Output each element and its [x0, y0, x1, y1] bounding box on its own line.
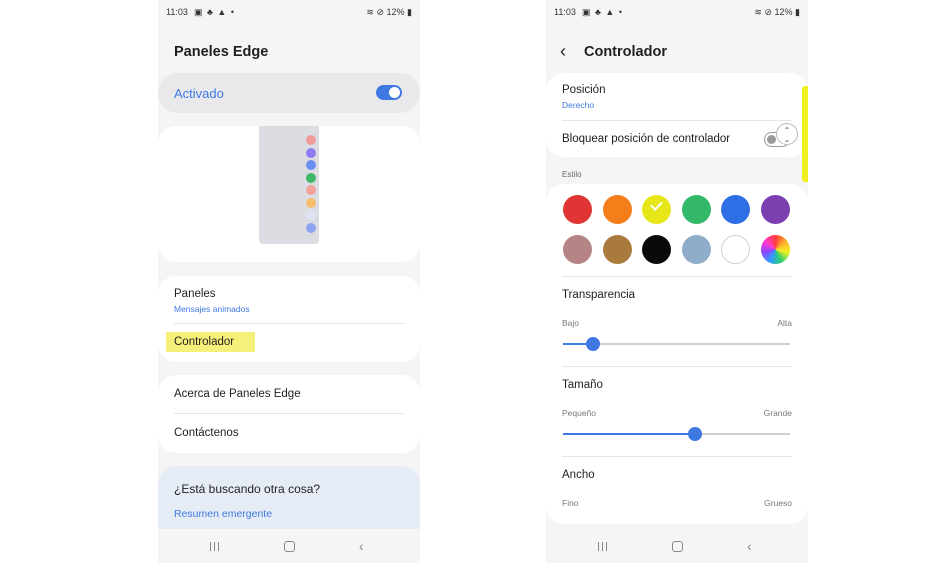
transparency-min-label: Bajo — [562, 318, 580, 328]
phone-preview — [259, 126, 319, 244]
transparency-thumb[interactable] — [585, 337, 600, 351]
notification-icons: ▣ ♣ ▲ • — [582, 7, 623, 17]
divider — [562, 456, 792, 457]
preview-dot — [306, 147, 316, 158]
width-max-label: Grueso — [764, 498, 792, 508]
edge-panels-screen: 11:03 ▣ ♣ ▲ • ≋ ⊘ 12% ▮ Paneles Edge Act… — [158, 0, 420, 563]
panels-row[interactable]: Paneles Mensajes animados — [158, 276, 420, 322]
transparency-slider[interactable] — [563, 337, 790, 351]
color-swatch[interactable] — [721, 235, 750, 264]
panels-value: Mensajes animados — [174, 304, 250, 314]
notification-icons: ▣ ♣ ▲ • — [194, 7, 235, 17]
color-swatch[interactable] — [602, 195, 632, 224]
transparency-label: Transparencia — [562, 289, 636, 301]
width-min-label: Fino — [562, 498, 579, 508]
preview-dot — [306, 185, 316, 195]
preview-dot — [306, 197, 316, 208]
position-label: Posición — [562, 84, 606, 96]
home-icon[interactable] — [284, 541, 295, 552]
divider — [562, 276, 792, 277]
lock-row[interactable]: Bloquear posición de controlador ⌃ ⌄ — [546, 121, 808, 157]
battery-percent: 12% — [386, 7, 405, 17]
handle-row[interactable]: Controlador — [158, 324, 420, 362]
size-slider[interactable] — [563, 427, 790, 441]
battery-icon: ▮ — [407, 7, 412, 17]
position-value: Derecho — [562, 100, 595, 110]
preview-dot — [306, 135, 316, 145]
status-time: 11:03 — [554, 7, 576, 17]
color-swatch[interactable] — [721, 195, 750, 224]
back-arrow-icon[interactable]: ‹ — [560, 41, 566, 62]
color-swatch[interactable] — [602, 235, 632, 264]
contact-label: Contáctenos — [174, 427, 239, 439]
check-icon — [650, 198, 663, 211]
back-nav-icon[interactable]: ‹ — [747, 538, 752, 554]
back-nav-icon[interactable]: ‹ — [359, 538, 364, 554]
preview-dot — [306, 222, 316, 233]
preview-dot — [306, 210, 316, 220]
transparency-max-label: Alta — [777, 318, 792, 328]
color-swatch[interactable] — [563, 195, 592, 224]
about-label: Acerca de Paneles Edge — [174, 388, 301, 400]
navigation-bar: ‹ — [158, 529, 420, 563]
width-label: Ancho — [562, 469, 595, 481]
battery-icon: ▮ — [795, 7, 800, 17]
status-right: ≋ ⊘ 12% ▮ — [754, 7, 800, 18]
navigation-bar: ‹ — [546, 529, 808, 563]
about-row[interactable]: Acerca de Paneles Edge — [158, 375, 420, 413]
dnd-icon: ⊘ — [764, 7, 772, 17]
suggestion-question: ¿Está buscando otra cosa? — [174, 482, 321, 496]
color-swatch[interactable] — [642, 235, 671, 264]
position-row[interactable]: Posición Derecho — [546, 73, 808, 119]
preview-card — [158, 126, 420, 262]
handle-preview-icon[interactable]: ⌃ ⌄ — [776, 123, 798, 145]
color-swatch[interactable] — [760, 235, 790, 264]
style-card: Transparencia Bajo Alta Tamaño Pequeño G… — [546, 184, 808, 524]
status-time: 11:03 — [166, 7, 188, 17]
recents-icon[interactable] — [210, 542, 222, 551]
page-title: Controlador — [584, 44, 667, 60]
master-switch-label: Activado — [174, 86, 224, 101]
edge-panel-handle[interactable] — [802, 86, 808, 182]
color-swatch[interactable] — [681, 195, 711, 224]
master-switch-toggle[interactable] — [376, 85, 402, 100]
recents-icon[interactable] — [598, 542, 610, 551]
menu-group-about: Acerca de Paneles Edge Contáctenos — [158, 375, 420, 453]
size-fill — [563, 433, 695, 435]
suggestion-link[interactable]: Resumen emergente — [174, 508, 272, 520]
style-section-label: Estilo — [562, 170, 582, 179]
status-bar: 11:03 ▣ ♣ ▲ • ≋ ⊘ 12% ▮ — [546, 0, 808, 24]
menu-group-panels: Paneles Mensajes animados Controlador — [158, 276, 420, 362]
panels-label: Paneles — [174, 288, 216, 300]
contact-row[interactable]: Contáctenos — [158, 414, 420, 453]
color-swatch[interactable] — [563, 235, 592, 264]
color-swatch[interactable] — [642, 195, 671, 224]
size-max-label: Grande — [763, 408, 792, 418]
home-icon[interactable] — [672, 541, 683, 552]
divider — [562, 366, 792, 367]
color-swatch[interactable] — [760, 195, 790, 224]
size-min-label: Pequeño — [562, 408, 597, 418]
page-title: Paneles Edge — [174, 44, 269, 60]
wifi-icon: ≋ — [366, 7, 374, 17]
dnd-icon: ⊘ — [376, 7, 384, 17]
handle-settings-screen: 11:03 ▣ ♣ ▲ • ≋ ⊘ 12% ▮ ‹ Controlador Po… — [546, 0, 808, 563]
status-bar: 11:03 ▣ ♣ ▲ • ≋ ⊘ 12% ▮ — [158, 0, 420, 24]
color-swatch[interactable] — [681, 235, 711, 264]
position-card: Posición Derecho Bloquear posición de co… — [546, 73, 808, 157]
size-thumb[interactable] — [687, 427, 702, 441]
battery-percent: 12% — [774, 7, 793, 17]
master-switch-row[interactable]: Activado — [158, 73, 420, 113]
size-label: Tamaño — [562, 379, 603, 391]
status-right: ≋ ⊘ 12% ▮ — [366, 7, 412, 18]
wifi-icon: ≋ — [754, 7, 762, 17]
preview-dot — [306, 160, 316, 170]
lock-label: Bloquear posición de controlador — [562, 133, 731, 145]
handle-label: Controlador — [174, 336, 235, 348]
preview-dot — [306, 172, 316, 183]
